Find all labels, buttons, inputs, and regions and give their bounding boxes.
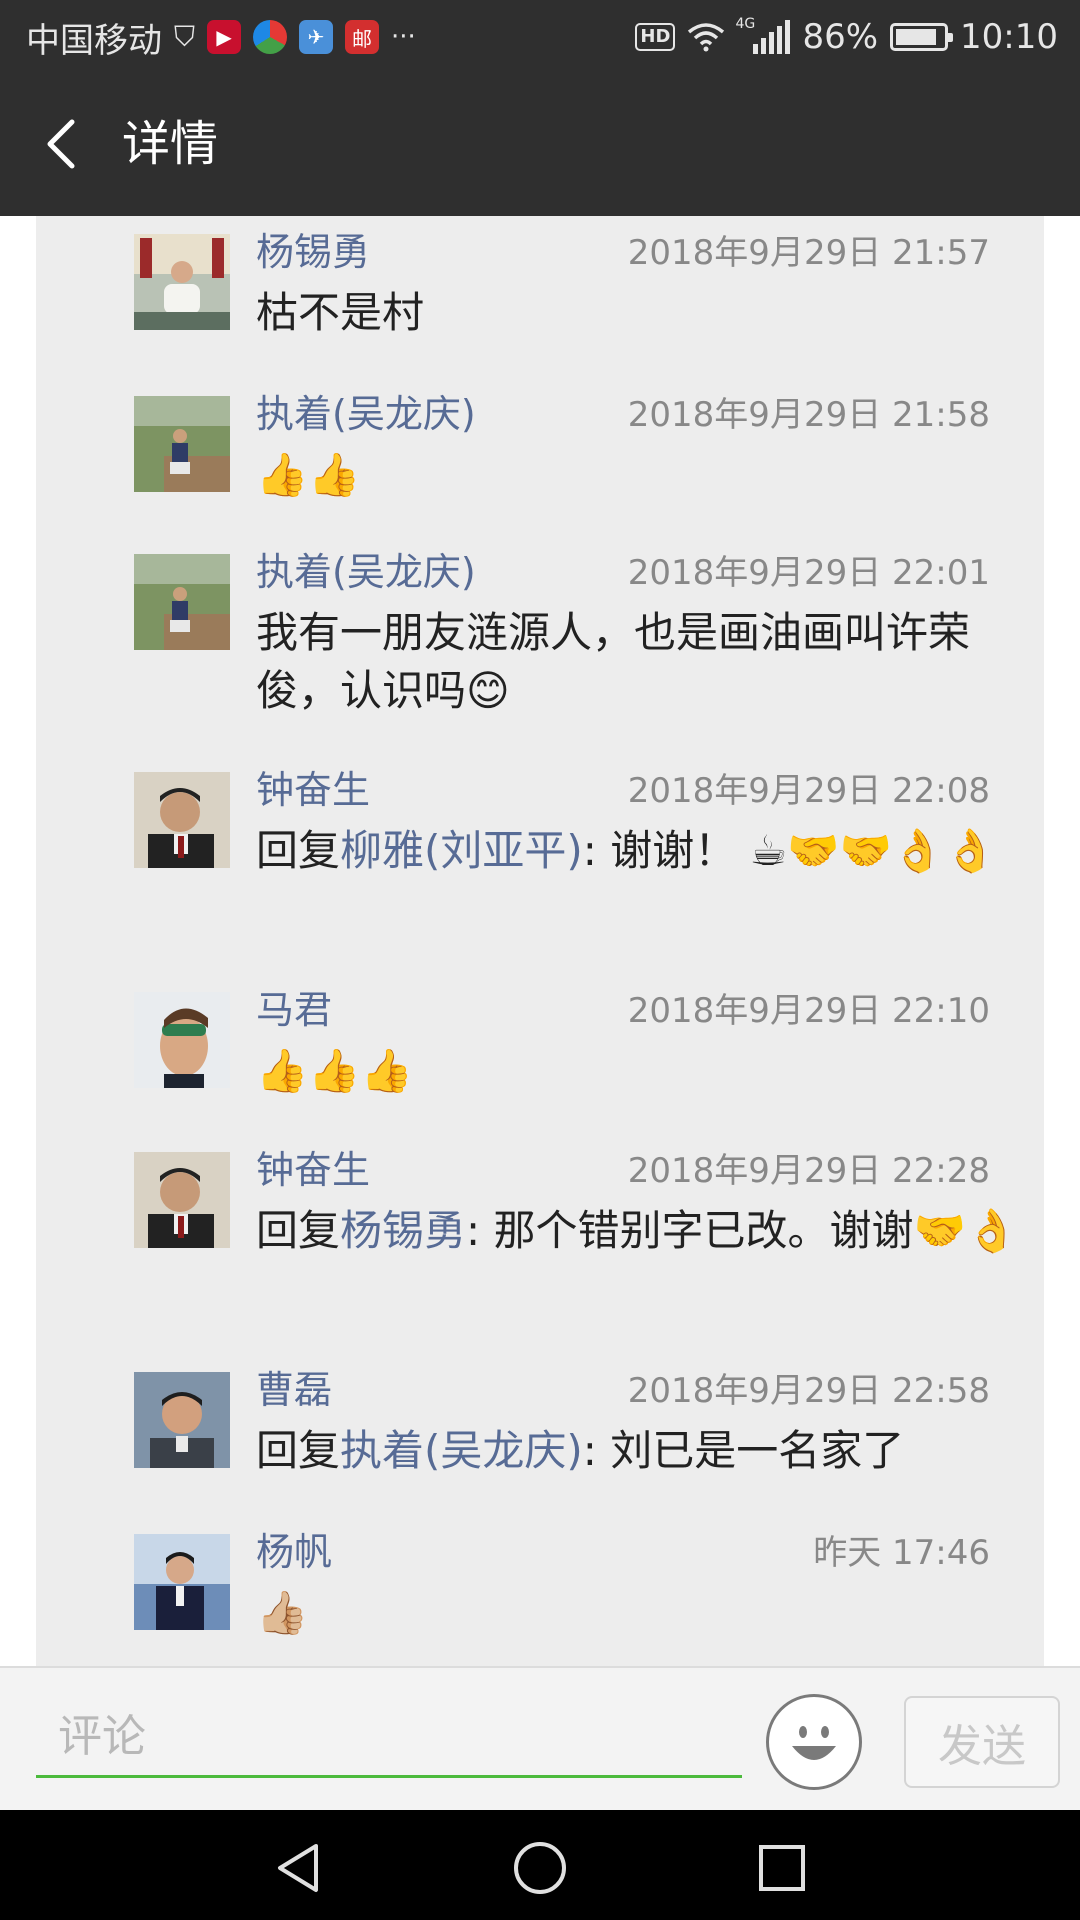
hd-icon: HD — [635, 23, 676, 51]
reply-target-name[interactable]: 柳雅(刘亚平) — [340, 826, 583, 875]
reply-body: : 刘已是一名家了 — [582, 1426, 905, 1475]
comment-emoji: 👍👍 — [256, 450, 361, 499]
comment-item[interactable]: 杨帆 昨天 17:46 👍🏼 — [36, 1516, 1044, 1666]
comment-item[interactable]: 执着(吴龙庆) 2018年9月29日 21:58 👍👍 — [36, 378, 1044, 528]
comment-text: 回复执着(吴龙庆): 刘已是一名家了 — [256, 1422, 1046, 1480]
comment-input[interactable] — [36, 1698, 742, 1778]
avatar[interactable] — [134, 992, 230, 1088]
avatar[interactable] — [134, 396, 230, 492]
comment-item[interactable]: 钟奋生 2018年9月29日 22:08 回复柳雅(刘亚平): 谢谢！ ☕🤝🤝👌… — [36, 754, 1044, 954]
comments-panel: 杨锡勇 2018年9月29日 21:57 枯不是村 执着(吴龙庆) 2018年9… — [36, 216, 1044, 1666]
reply-target-name[interactable]: 杨锡勇 — [340, 1206, 466, 1255]
browser-app-icon — [253, 20, 288, 54]
wifi-icon — [688, 23, 725, 52]
comment-emoji: 👍🏼 — [256, 1588, 309, 1637]
video-app-icon: ▶ — [207, 20, 242, 54]
avatar[interactable] — [134, 1534, 230, 1630]
comment-time: 2018年9月29日 21:57 — [627, 233, 990, 273]
commenter-name[interactable]: 执着(吴龙庆) — [256, 548, 476, 596]
commenter-name[interactable]: 杨帆 — [256, 1528, 332, 1576]
comment-time: 2018年9月29日 22:28 — [627, 1151, 990, 1191]
comment-text: 我有一朋友涟源人，也是画油画叫许荣俊，认识吗😊 — [256, 608, 971, 715]
comment-item[interactable]: 执着(吴龙庆) 2018年9月29日 22:01 我有一朋友涟源人，也是画油画叫… — [36, 536, 1044, 736]
shield-icon: ⛉ — [174, 20, 196, 53]
carrier-label: 中国移动 — [26, 20, 162, 61]
status-bar: 中国移动 ⛉ ▶ ✈ 邮 ··· HD 4G 86% 10:10 — [0, 0, 1080, 74]
nav-recents-icon[interactable] — [752, 1838, 812, 1898]
smiley-icon — [778, 1706, 850, 1778]
comment-item[interactable]: 杨锡勇 2018年9月29日 21:57 枯不是村 — [36, 216, 1044, 366]
avatar[interactable] — [134, 1372, 230, 1468]
reply-prefix: 回复 — [256, 1426, 341, 1475]
back-arrow-icon[interactable] — [36, 114, 96, 174]
travel-app-icon: ✈ — [299, 20, 334, 54]
battery-percent: 86% — [802, 17, 879, 57]
commenter-name[interactable]: 曹磊 — [256, 1366, 332, 1414]
avatar[interactable] — [134, 234, 230, 330]
comment-time: 昨天 17:46 — [813, 1533, 990, 1573]
nav-back-icon[interactable] — [270, 1838, 330, 1898]
avatar[interactable] — [134, 1152, 230, 1248]
reply-prefix: 回复 — [256, 1206, 341, 1255]
comment-text: 枯不是村 — [256, 288, 425, 337]
signal-icon: 4G — [735, 16, 791, 54]
comment-input-bar: 发送 — [0, 1666, 1080, 1810]
comment-time: 2018年9月29日 22:10 — [627, 991, 990, 1031]
commenter-name[interactable]: 钟奋生 — [256, 1146, 370, 1194]
commenter-name[interactable]: 杨锡勇 — [256, 228, 370, 276]
reply-target-name[interactable]: 执着(吴龙庆) — [340, 1426, 583, 1475]
comment-emoji: 👍👍👍 — [256, 1046, 413, 1095]
more-notifications-icon: ··· — [391, 22, 416, 52]
commenter-name[interactable]: 马君 — [256, 986, 332, 1034]
avatar[interactable] — [134, 772, 230, 868]
comments-scroll-area[interactable]: 杨锡勇 2018年9月29日 21:57 枯不是村 执着(吴龙庆) 2018年9… — [0, 216, 1080, 1666]
post-app-icon: 邮 — [345, 20, 380, 54]
avatar[interactable] — [134, 554, 230, 650]
send-button[interactable]: 发送 — [904, 1696, 1060, 1788]
commenter-name[interactable]: 钟奋生 — [256, 766, 370, 814]
battery-icon — [890, 23, 954, 51]
clock: 10:10 — [960, 17, 1058, 57]
comment-item[interactable]: 马君 2018年9月29日 22:10 👍👍👍 — [36, 974, 1044, 1124]
emoji-button[interactable] — [766, 1694, 862, 1790]
comment-time: 2018年9月29日 22:01 — [627, 553, 990, 593]
title-bar: 详情 — [0, 74, 1080, 216]
page-title: 详情 — [122, 116, 219, 172]
comment-time: 2018年9月29日 22:58 — [627, 1371, 990, 1411]
navigation-bar — [0, 1810, 1080, 1920]
reply-body: : 那个错别字已改。谢谢🤝👌 — [466, 1206, 1019, 1255]
comment-text: 回复柳雅(刘亚平): 谢谢！ ☕🤝🤝👌👌 — [256, 822, 1046, 880]
nav-home-icon[interactable] — [510, 1838, 570, 1898]
reply-prefix: 回复 — [256, 826, 341, 875]
commenter-name[interactable]: 执着(吴龙庆) — [256, 390, 476, 438]
comment-time: 2018年9月29日 21:58 — [627, 395, 990, 435]
comment-item[interactable]: 钟奋生 2018年9月29日 22:28 回复杨锡勇: 那个错别字已改。谢谢🤝👌 — [36, 1134, 1044, 1334]
reply-body: : 谢谢！ ☕🤝🤝👌👌 — [582, 826, 997, 875]
comment-item[interactable]: 曹磊 2018年9月29日 22:58 回复执着(吴龙庆): 刘已是一名家了 — [36, 1354, 1044, 1504]
comment-text: 回复杨锡勇: 那个错别字已改。谢谢🤝👌 — [256, 1202, 1056, 1260]
comment-time: 2018年9月29日 22:08 — [627, 771, 990, 811]
